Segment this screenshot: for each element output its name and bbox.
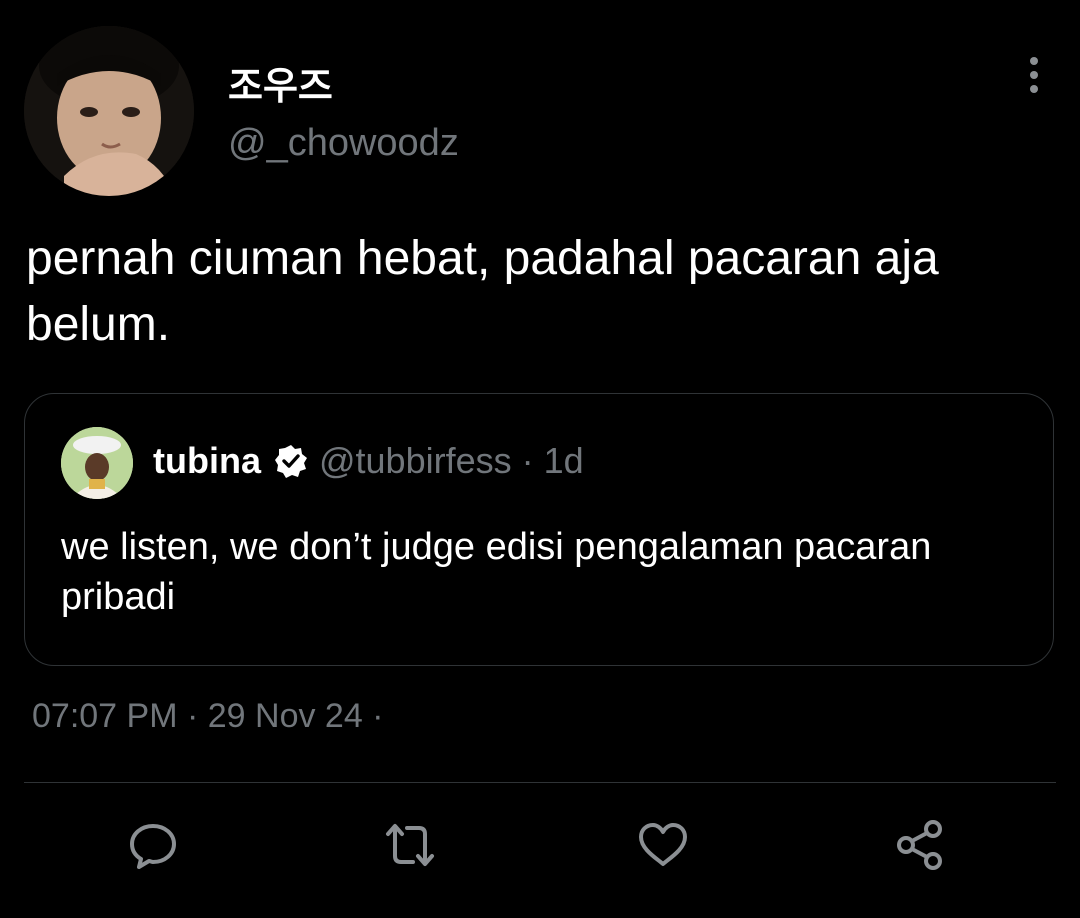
avatar-photo: [24, 26, 194, 196]
quoted-avatar-photo: [61, 427, 133, 499]
reply-icon: [130, 824, 176, 869]
quoted-tweet-card[interactable]: tubina @tubbirfess · 1d we listen, we do…: [24, 393, 1054, 666]
meta-separator: ·: [511, 440, 544, 481]
author-avatar[interactable]: [24, 26, 194, 196]
share-icon: [897, 820, 942, 870]
tweet-timestamp: 07:07 PM · 29 Nov 24 ·: [32, 697, 384, 735]
retweet-button[interactable]: [383, 818, 437, 872]
quoted-display-name[interactable]: tubina: [153, 440, 261, 482]
quoted-tweet-age: 1d: [543, 440, 584, 481]
reply-button[interactable]: [126, 818, 180, 872]
more-options-button[interactable]: [1018, 55, 1050, 95]
retweet-icon: [386, 824, 434, 866]
action-bar-divider: [24, 782, 1056, 783]
more-vertical-icon: [1030, 57, 1038, 93]
heart-icon: [639, 823, 687, 866]
quoted-tweet-header: tubina @tubbirfess · 1d: [153, 440, 584, 482]
tweet-text: pernah ciuman hebat, padahal pacaran aja…: [26, 232, 939, 351]
quoted-tweet-text: we listen, we don’t judge edisi pengalam…: [61, 526, 932, 618]
verified-badge-icon: [273, 443, 309, 479]
quoted-handle[interactable]: @tubbirfess: [319, 440, 512, 482]
quoted-author-avatar: [61, 427, 133, 499]
author-display-name[interactable]: 조우즈: [228, 55, 333, 110]
like-button[interactable]: [636, 818, 690, 872]
author-handle[interactable]: @_chowoodz: [228, 122, 459, 165]
share-button[interactable]: [893, 818, 947, 872]
